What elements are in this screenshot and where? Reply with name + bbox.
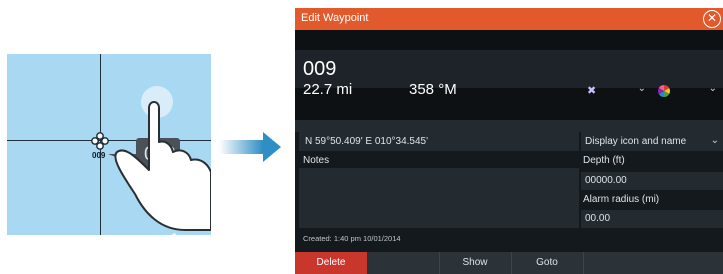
position-field[interactable]: N 59°50.409' E 010°34.545' bbox=[299, 132, 579, 151]
waypoint-symbol-icon: ✖ bbox=[587, 85, 597, 97]
distance-readout: 22.7 mi bbox=[303, 81, 353, 98]
tapping-hand-icon bbox=[114, 86, 211, 231]
dialog-top-strip bbox=[295, 30, 723, 50]
chevron-down-icon: ⌄ bbox=[708, 83, 717, 94]
position-value: N 59°50.409' E 010°34.545' bbox=[305, 136, 429, 147]
button-divider bbox=[583, 252, 584, 274]
bearing-readout: 358 °M bbox=[409, 81, 457, 98]
tap-count-label: x1 bbox=[158, 230, 180, 235]
map-illustration: 009 009 x1 bbox=[7, 54, 211, 235]
color-select[interactable]: ⌄ bbox=[653, 82, 721, 100]
goto-button[interactable]: Goto bbox=[511, 252, 583, 274]
notes-textarea[interactable] bbox=[299, 168, 579, 228]
alarm-radius-input[interactable]: 00.00 bbox=[581, 210, 723, 228]
chevron-down-icon: ⌄ bbox=[637, 83, 646, 94]
display-mode-select[interactable]: Display icon and name ⌄ bbox=[581, 132, 723, 151]
waypoint-name: 009 bbox=[303, 58, 337, 80]
delete-button[interactable]: Delete bbox=[295, 252, 367, 274]
icon-select[interactable]: ✖ ⌄ bbox=[582, 82, 650, 100]
depth-label: Depth (ft) bbox=[583, 155, 625, 166]
notes-label: Notes bbox=[303, 155, 330, 166]
close-icon[interactable]: ✕ bbox=[703, 10, 721, 28]
alarm-radius-value: 00.00 bbox=[585, 213, 611, 224]
alarm-radius-label: Alarm radius (mi) bbox=[583, 194, 660, 205]
separator bbox=[295, 120, 723, 132]
depth-value: 00000.00 bbox=[585, 175, 627, 186]
color-wheel-icon bbox=[658, 85, 670, 97]
arrow-right-icon bbox=[219, 132, 281, 162]
depth-input[interactable]: 00000.00 bbox=[581, 172, 723, 190]
created-timestamp: Created: 1:40 pm 10/01/2014 bbox=[303, 234, 401, 243]
dialog-title: Edit Waypoint bbox=[301, 12, 369, 24]
display-mode-value: Display icon and name bbox=[585, 136, 687, 147]
edit-waypoint-dialog: Edit Waypoint ✕ 009 22.7 mi 358 °M ✖ ⌄ ⌄… bbox=[295, 8, 723, 274]
chevron-down-icon: ⌄ bbox=[710, 135, 719, 146]
show-button[interactable]: Show bbox=[439, 252, 511, 274]
